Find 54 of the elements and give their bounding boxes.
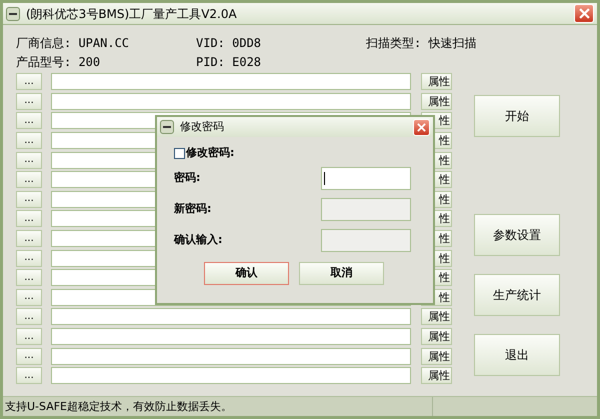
properties-button[interactable]: 属性 [421,92,452,110]
action-button[interactable]: 开始 [474,95,560,137]
checkbox-label: 修改密码: [186,144,234,161]
browse-button[interactable]: ... [16,210,42,228]
browse-button[interactable]: ... [16,152,42,169]
dialog-button[interactable]: 取消 [299,262,384,285]
scan-type: 扫描类型: 快速扫描 [366,35,478,52]
browse-button[interactable]: ... [16,328,42,346]
browse-button[interactable]: ... [16,348,42,365]
browse-button[interactable]: ... [16,308,42,326]
device-field[interactable] [51,73,411,90]
close-button[interactable] [574,4,594,23]
vid-info: VID: 0DD8 [196,35,262,52]
properties-button[interactable]: 属性 [421,73,452,90]
device-field[interactable] [51,367,411,384]
device-field[interactable] [51,348,411,365]
device-field[interactable] [51,328,411,346]
device-field[interactable] [51,308,411,326]
browse-button[interactable]: ... [16,250,42,267]
field-label: 新密码: [174,201,212,218]
pid-info: PID: E028 [196,54,262,71]
browse-button[interactable]: ... [16,112,42,130]
browse-button[interactable]: ... [16,269,42,286]
status-text: 支持U-SAFE超稳定技术，有效防止数据丢失。 [3,397,433,416]
window-title: (朗科优芯3号BMS)工厂量产工具V2.0A [26,6,238,22]
browse-button[interactable]: ... [16,92,42,110]
browse-button[interactable]: ... [16,230,42,248]
close-icon [417,122,426,132]
dialog-button[interactable]: 确认 [204,262,289,285]
field-label: 确认输入: [174,232,222,248]
device-field[interactable] [51,92,411,110]
checkbox[interactable] [174,148,185,158]
password-field[interactable] [321,167,411,190]
browse-button[interactable]: ... [16,73,42,90]
properties-button[interactable]: 属性 [421,308,452,326]
field-label: 密码: [174,170,200,186]
window-menu-icon[interactable] [160,120,174,134]
browse-button[interactable]: ... [16,132,42,150]
action-button[interactable]: 参数设置 [474,214,560,256]
window-menu-icon[interactable] [6,6,20,20]
browse-button[interactable]: ... [16,190,42,208]
browse-button[interactable]: ... [16,171,42,188]
vendor-info: 厂商信息: UPAN.CC [16,35,130,52]
properties-button[interactable]: 属性 [421,348,452,365]
browse-button[interactable]: ... [16,367,42,384]
properties-button[interactable]: 属性 [421,367,452,384]
close-icon [578,8,590,19]
properties-button[interactable]: 属性 [421,328,452,346]
browse-button[interactable]: ... [16,288,42,306]
model-info: 产品型号: 200 [16,54,102,71]
dialog-title: 修改密码 [180,118,225,135]
close-button[interactable] [413,118,430,136]
action-button[interactable]: 生产统计 [474,274,560,316]
action-button[interactable]: 退出 [474,334,560,376]
